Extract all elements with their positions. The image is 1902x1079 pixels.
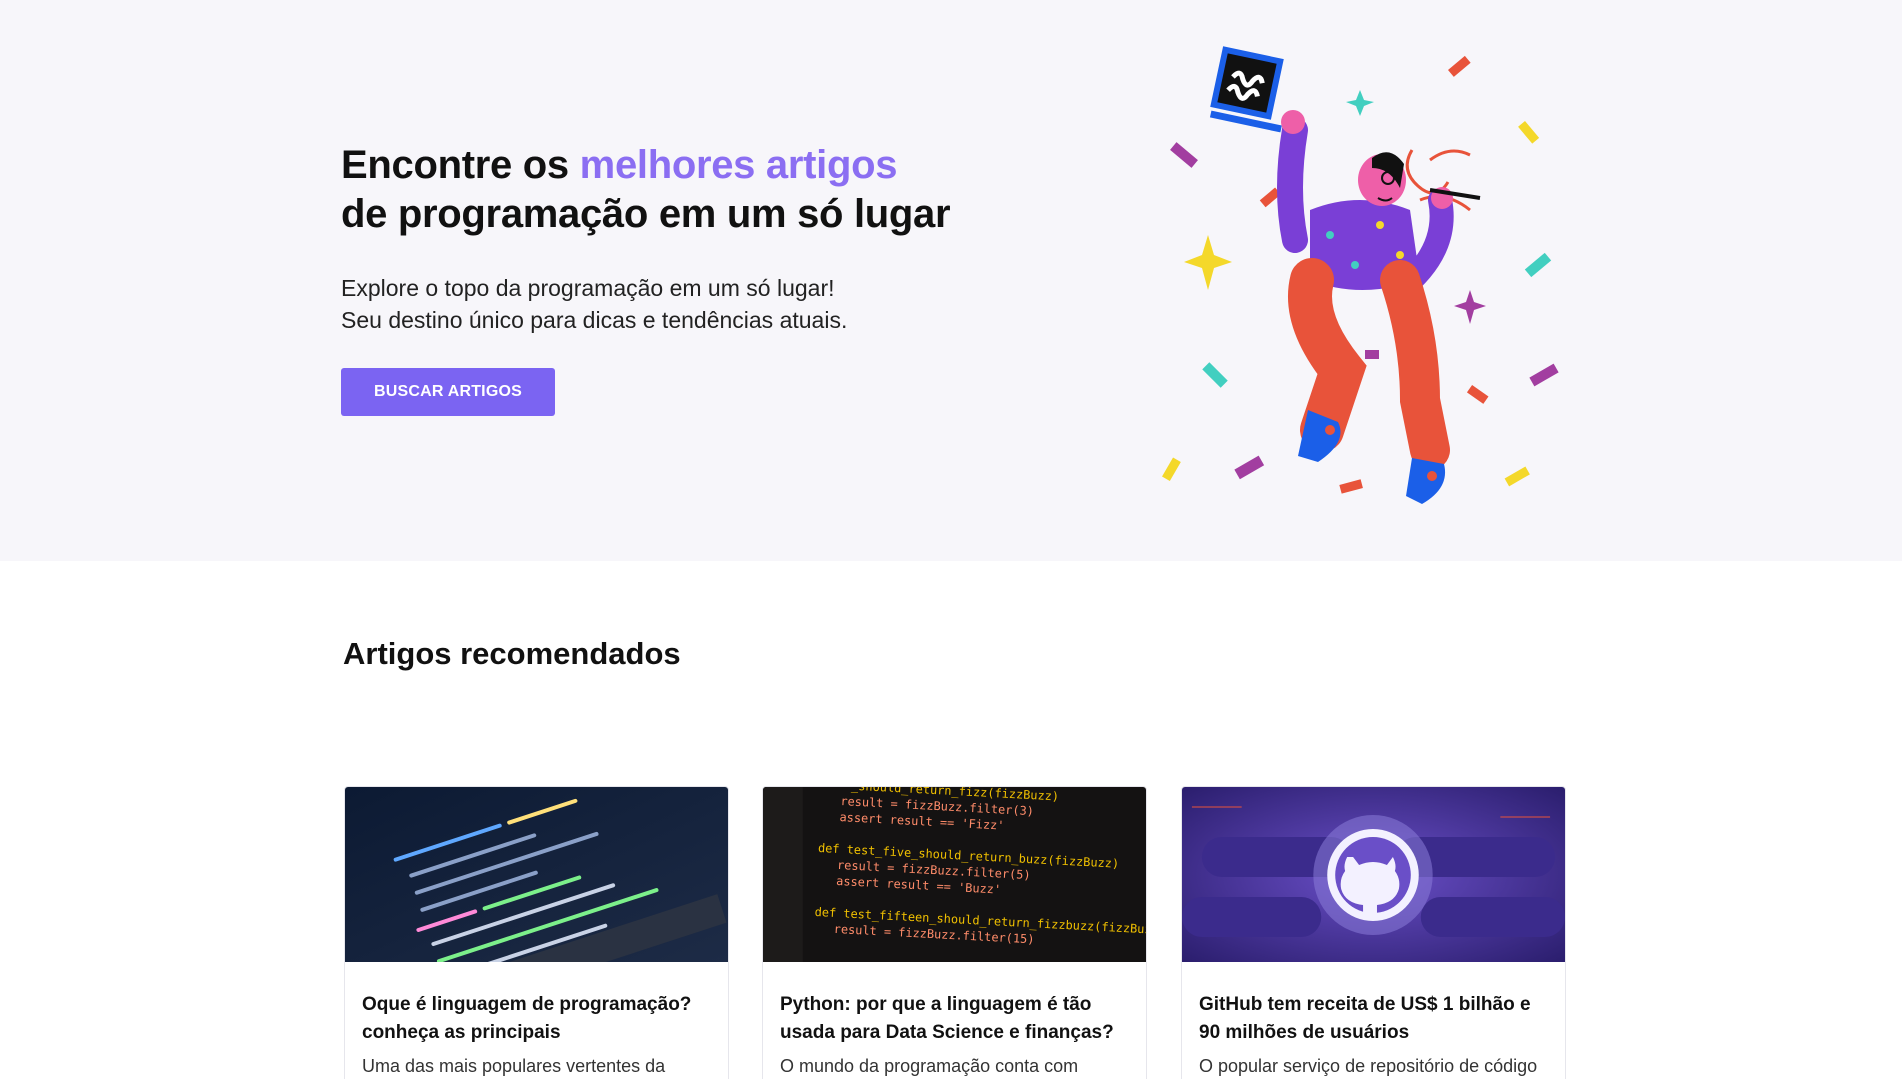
article-description: Uma das mais populares vertentes da: [362, 1056, 666, 1076]
code-on-laptop-image: [345, 787, 728, 962]
search-articles-button[interactable]: BUSCAR ARTIGOS: [341, 368, 555, 416]
article-title[interactable]: GitHub tem receita de US$ 1 bilhão e 90 …: [1199, 991, 1549, 1047]
article-title[interactable]: Python: por que a linguagem é tão usada …: [780, 991, 1130, 1047]
recommended-articles-heading: Artigos recomendados: [343, 636, 681, 671]
hero-title-accent: melhores artigos: [579, 143, 898, 187]
hero-subtitle-line2: Seu destino único para dicas e tendência…: [341, 307, 848, 333]
laptop-icon: [1209, 46, 1284, 133]
article-card[interactable]: _should_return_fizz(fizzBuzz) result = f…: [762, 786, 1147, 1079]
hero-subtitle-line1: Explore o topo da programação em um só l…: [341, 275, 835, 301]
hero-title-part1: Encontre os: [341, 143, 580, 187]
github-icon: [1327, 829, 1419, 921]
hero-section: Encontre os melhores artigos de programa…: [0, 0, 1902, 561]
hero-title: Encontre os melhores artigos de programa…: [341, 141, 981, 239]
github-logo-image: [1182, 787, 1565, 962]
programmer-illustration: [1162, 46, 1559, 504]
article-description: O popular serviço de repositório de códi…: [1199, 1056, 1538, 1076]
article-card[interactable]: GitHub tem receita de US$ 1 bilhão e 90 …: [1181, 786, 1566, 1079]
hero-subtitle: Explore o topo da programação em um só l…: [341, 272, 981, 336]
article-title[interactable]: Oque é linguagem de programação? conheça…: [362, 991, 712, 1047]
article-card[interactable]: Oque é linguagem de programação? conheça…: [344, 786, 729, 1079]
article-description: O mundo da programação conta com: [780, 1056, 1079, 1076]
hero-title-part2: de programação em um só lugar: [341, 192, 951, 236]
python-code-image: _should_return_fizz(fizzBuzz) result = f…: [763, 787, 1146, 962]
